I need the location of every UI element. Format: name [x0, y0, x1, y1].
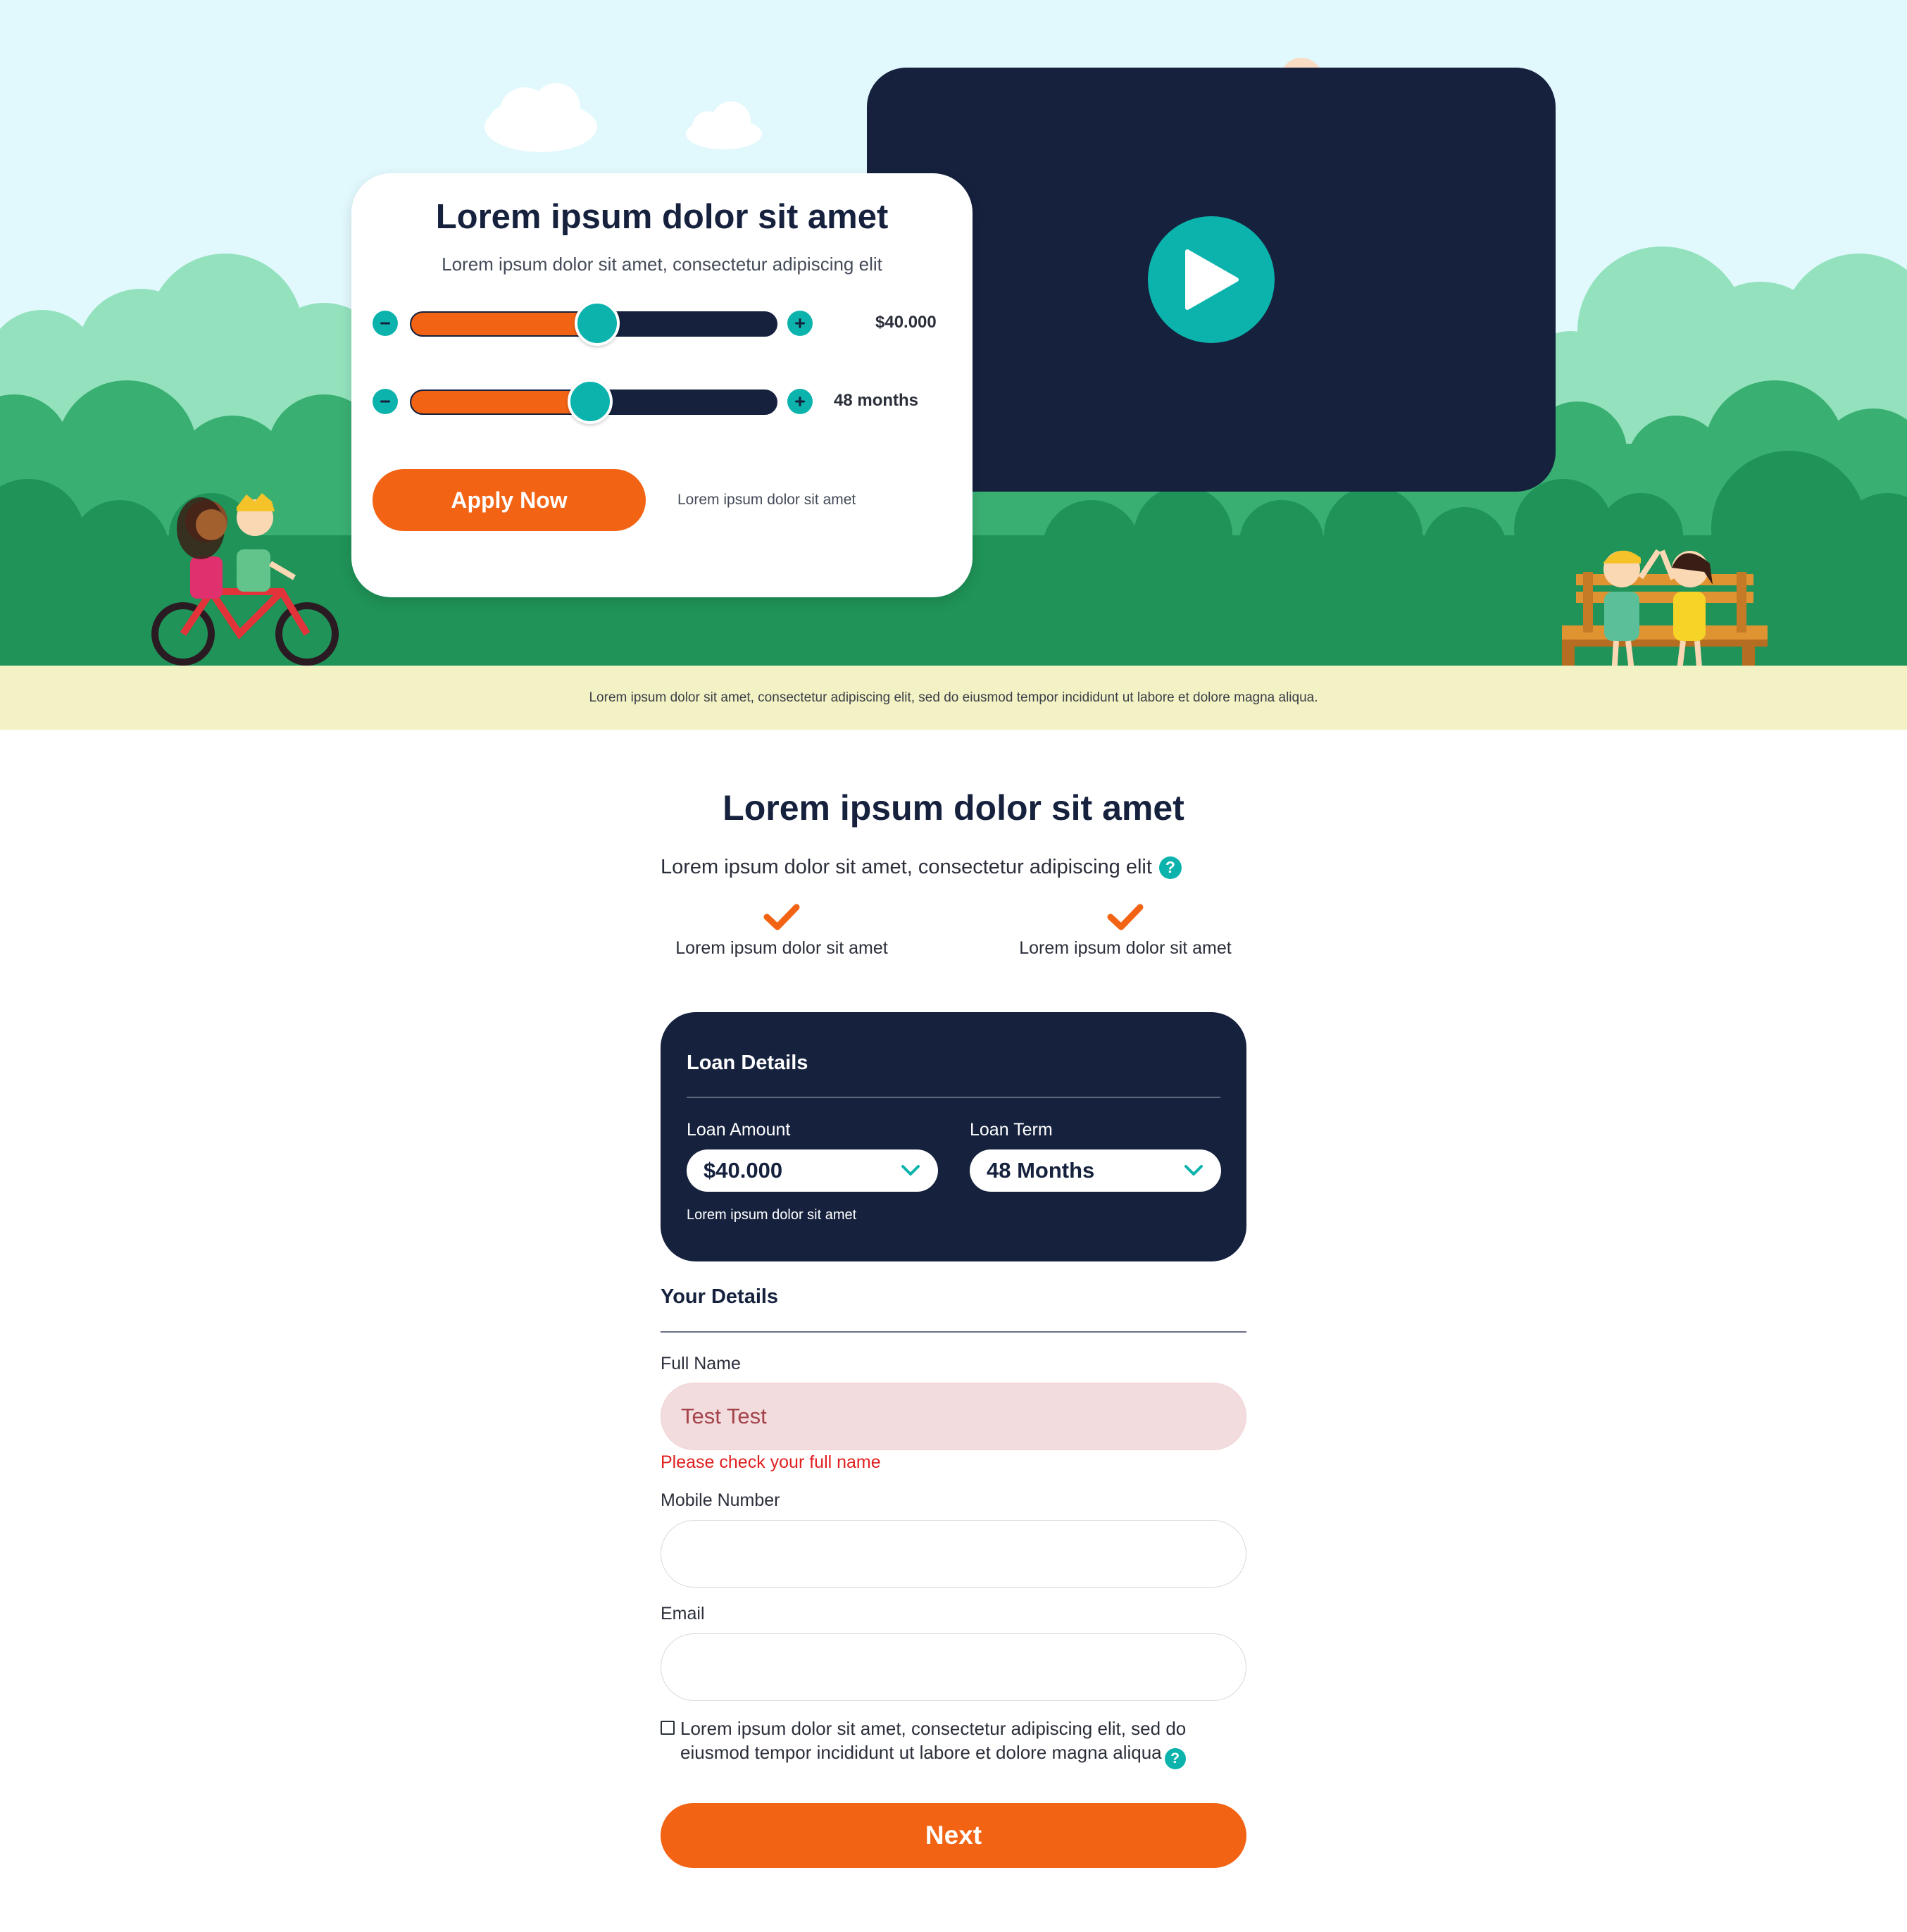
- feature-label: Lorem ipsum dolor sit amet: [1019, 938, 1232, 958]
- loan-amount-value: $40.000: [704, 1158, 783, 1183]
- email-label: Email: [661, 1604, 705, 1623]
- amount-decrease-button[interactable]: [373, 311, 398, 336]
- term-slider-thumb[interactable]: [567, 379, 613, 424]
- chevron-down-icon: [901, 1165, 920, 1176]
- section-subtitle: Lorem ipsum dolor sit amet, consectetur …: [661, 856, 1152, 878]
- calculator-subtitle: Lorem ipsum dolor sit amet, consectetur …: [442, 254, 882, 275]
- chevron-down-icon: [1184, 1165, 1203, 1176]
- plus-icon: [795, 397, 805, 406]
- check-icon: [763, 904, 800, 930]
- loan-details-card: Loan Details Loan Amount $40.000 Loan Te…: [661, 1012, 1246, 1261]
- cloud-right: [686, 101, 762, 149]
- loan-term-select[interactable]: 48 Months: [970, 1149, 1221, 1192]
- feature-item: Lorem ipsum dolor sit amet: [999, 903, 1252, 959]
- plus-icon: [795, 318, 805, 328]
- full-name-input[interactable]: [661, 1383, 1246, 1450]
- play-icon: [1185, 249, 1239, 310]
- loan-amount-select[interactable]: $40.000: [687, 1149, 938, 1192]
- loan-details-note: Lorem ipsum dolor sit amet: [687, 1207, 857, 1223]
- loan-details-title: Loan Details: [687, 1052, 808, 1074]
- divider: [661, 1331, 1246, 1333]
- term-decrease-button[interactable]: [373, 389, 398, 414]
- feature-item: Lorem ipsum dolor sit amet: [655, 903, 908, 959]
- mobile-number-label: Mobile Number: [661, 1490, 780, 1510]
- amount-slider-fill: [411, 313, 598, 335]
- minus-icon: [380, 322, 390, 325]
- term-slider-row: 48 months: [373, 379, 950, 424]
- your-details-title: Your Details: [661, 1285, 779, 1308]
- loan-amount-label: Loan Amount: [687, 1120, 791, 1140]
- term-slider-fill: [411, 391, 590, 413]
- play-button[interactable]: [1148, 216, 1275, 343]
- amount-slider-thumb[interactable]: [575, 301, 620, 346]
- help-icon[interactable]: ?: [1158, 856, 1182, 879]
- consent-checkbox[interactable]: [661, 1721, 675, 1735]
- amount-increase-button[interactable]: [787, 311, 813, 336]
- feature-label: Lorem ipsum dolor sit amet: [675, 938, 888, 958]
- apply-note: Lorem ipsum dolor sit amet: [677, 492, 856, 508]
- section-subtitle-row: Lorem ipsum dolor sit amet, consectetur …: [661, 856, 1182, 879]
- consent-text-wrap: Lorem ipsum dolor sit amet, consectetur …: [680, 1716, 1246, 1769]
- amount-value: $40.000: [875, 313, 937, 332]
- cloud-left: [484, 83, 597, 152]
- minus-icon: [380, 400, 390, 403]
- divider: [687, 1097, 1220, 1098]
- apply-now-button[interactable]: Apply Now: [373, 469, 646, 531]
- calculator-title: Lorem ipsum dolor sit amet: [435, 198, 889, 236]
- loan-term-value: 48 Months: [987, 1158, 1095, 1183]
- email-input[interactable]: [661, 1633, 1246, 1701]
- loan-calculator-card: Lorem ipsum dolor sit amet Lorem ipsum d…: [351, 173, 973, 597]
- term-value: 48 months: [834, 391, 919, 410]
- hero-banner: Lorem ipsum dolor sit amet, consectetur …: [0, 0, 1907, 730]
- check-icon: [1107, 904, 1144, 930]
- loan-term-label: Loan Term: [970, 1120, 1053, 1140]
- section-title: Lorem ipsum dolor sit amet: [723, 788, 1184, 828]
- hero-footnote-strip: Lorem ipsum dolor sit amet, consectetur …: [0, 666, 1907, 730]
- mobile-number-input[interactable]: [661, 1520, 1246, 1588]
- consent-row: Lorem ipsum dolor sit amet, consectetur …: [661, 1716, 1246, 1769]
- term-increase-button[interactable]: [787, 389, 813, 414]
- consent-text: Lorem ipsum dolor sit amet, consectetur …: [680, 1718, 1187, 1763]
- next-button[interactable]: Next: [661, 1803, 1246, 1868]
- hero-footnote: Lorem ipsum dolor sit amet, consectetur …: [589, 690, 1318, 705]
- help-icon[interactable]: ?: [1164, 1748, 1186, 1769]
- full-name-label: Full Name: [661, 1354, 741, 1373]
- full-name-error: Please check your full name: [661, 1452, 881, 1472]
- amount-slider-row: $40.000: [373, 301, 950, 346]
